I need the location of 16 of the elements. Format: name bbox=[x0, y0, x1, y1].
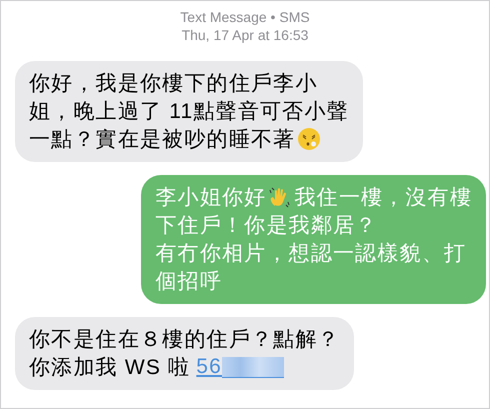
message-text: 下住戶！你是我鄰居？ bbox=[155, 213, 378, 239]
face-emoji-icon bbox=[297, 127, 322, 151]
message-text: 你不是住在８樓的住戶？點解？ bbox=[29, 327, 340, 353]
message-text: 我住一樓，沒有樓 bbox=[294, 185, 472, 211]
message-service: Text Message • SMS bbox=[180, 8, 310, 26]
message-timestamp: Thu, 17 Apr at 16:53 bbox=[182, 26, 308, 44]
message-text: 你好，我是你樓下的住戶李小 bbox=[29, 71, 318, 97]
message-text: 個招呼 bbox=[155, 269, 222, 295]
waving-hand-icon bbox=[268, 185, 292, 209]
phone-link[interactable]: 56 bbox=[196, 355, 222, 379]
message-text: 一點？實在是被吵的睡不著 bbox=[29, 127, 296, 153]
message-text: 姐，晚上過了 11點聲音可否小聲 bbox=[29, 99, 349, 125]
redaction-mark bbox=[222, 356, 284, 378]
message-text: 有冇你相片，想認一認樣貌、打 bbox=[155, 241, 466, 267]
message-text: 你添加我 WS 啦 bbox=[29, 355, 190, 381]
message-text: 李小姐你好 bbox=[155, 185, 266, 211]
